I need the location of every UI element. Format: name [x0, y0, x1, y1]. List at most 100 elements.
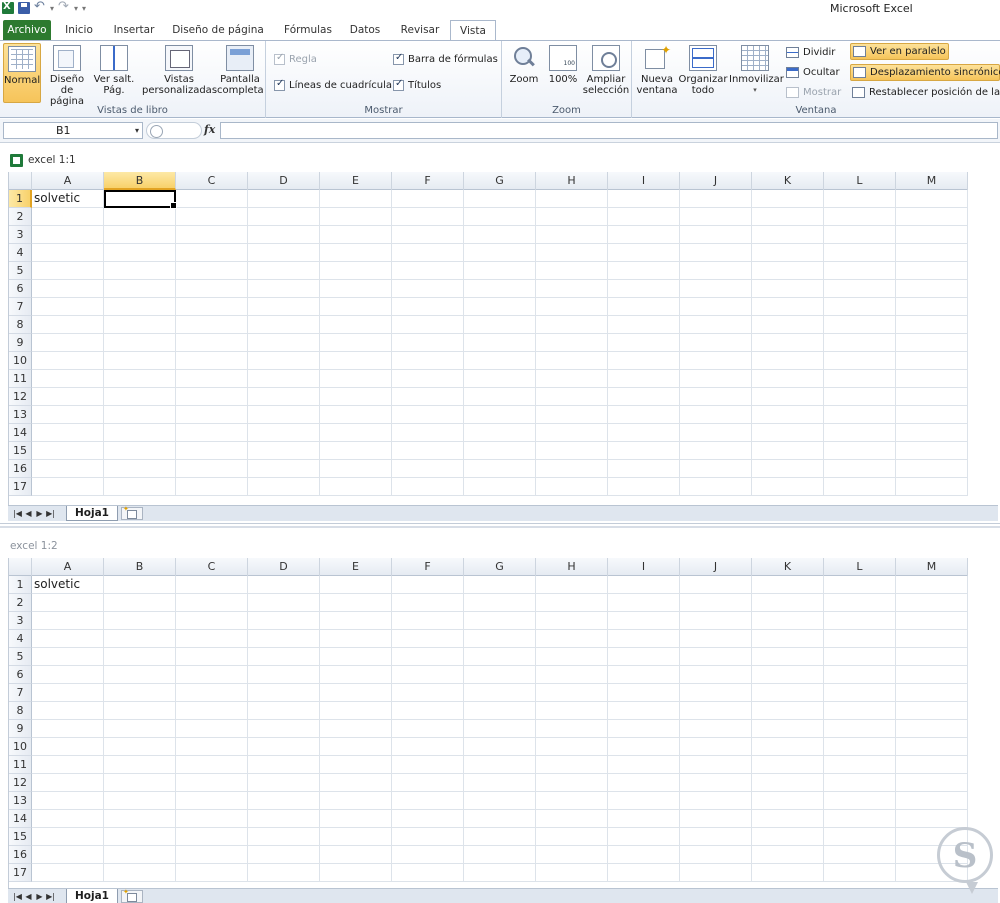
cell-e5[interactable]	[320, 648, 392, 666]
full-screen-button[interactable]: Pantalla completa	[217, 43, 264, 103]
cell-b11[interactable]	[104, 756, 176, 774]
cell-c10[interactable]	[176, 738, 248, 756]
titulos-checkbox[interactable]: Títulos	[393, 78, 441, 91]
cell-a16[interactable]	[32, 460, 104, 478]
cell-a4[interactable]	[32, 630, 104, 648]
row-header[interactable]: 12	[9, 774, 32, 792]
cell-k15[interactable]	[752, 828, 824, 846]
cell-d11[interactable]	[248, 370, 320, 388]
cell-d7[interactable]	[248, 298, 320, 316]
zoom-selection-button[interactable]: Ampliar selección	[582, 43, 630, 103]
cell-e6[interactable]	[320, 666, 392, 684]
hide-button[interactable]: Ocultar	[784, 64, 842, 81]
cell-i15[interactable]	[608, 828, 680, 846]
cell-k3[interactable]	[752, 612, 824, 630]
cell-d1[interactable]	[248, 576, 320, 594]
cell-e14[interactable]	[320, 810, 392, 828]
cell-f1[interactable]	[392, 190, 464, 208]
insert-sheet-icon[interactable]	[121, 888, 143, 903]
column-header-a[interactable]: A	[32, 172, 104, 190]
cell-g6[interactable]	[464, 666, 536, 684]
row-header[interactable]: 16	[9, 846, 32, 864]
normal-view-button[interactable]: Normal	[3, 43, 41, 103]
cell-j8[interactable]	[680, 702, 752, 720]
worksheet-grid-1[interactable]: ABCDEFGHIJKLM 1 solvetic 2 3 4 5 6 7 8 9 10 11 12 13 1…	[8, 172, 998, 506]
cell-m9[interactable]	[896, 720, 968, 738]
cell-g12[interactable]	[464, 774, 536, 792]
cell-h9[interactable]	[536, 720, 608, 738]
cell-a14[interactable]	[32, 810, 104, 828]
cell-h6[interactable]	[536, 280, 608, 298]
row-header[interactable]: 5	[9, 648, 32, 666]
cell-g9[interactable]	[464, 720, 536, 738]
row-header[interactable]: 9	[9, 334, 32, 352]
synchronous-scrolling-button[interactable]: Desplazamiento sincrónico	[850, 64, 1000, 81]
cell-f6[interactable]	[392, 666, 464, 684]
cell-g6[interactable]	[464, 280, 536, 298]
row-header[interactable]: 1	[9, 190, 32, 208]
row-header[interactable]: 6	[9, 666, 32, 684]
cell-c16[interactable]	[176, 846, 248, 864]
cell-a14[interactable]	[32, 424, 104, 442]
cell-f6[interactable]	[392, 280, 464, 298]
cell-a10[interactable]	[32, 352, 104, 370]
cell-f4[interactable]	[392, 244, 464, 262]
cell-j1[interactable]	[680, 190, 752, 208]
cell-h14[interactable]	[536, 810, 608, 828]
cell-m12[interactable]	[896, 388, 968, 406]
cell-i5[interactable]	[608, 648, 680, 666]
cell-d14[interactable]	[248, 810, 320, 828]
cell-c17[interactable]	[176, 864, 248, 882]
cell-c5[interactable]	[176, 262, 248, 280]
view-side-by-side-button[interactable]: Ver en paralelo	[850, 43, 949, 60]
cell-g15[interactable]	[464, 828, 536, 846]
name-box-dropdown-icon[interactable]: ▾	[135, 123, 139, 138]
zoom-button[interactable]: Zoom	[506, 43, 542, 103]
cell-k16[interactable]	[752, 460, 824, 478]
column-header-b[interactable]: B	[104, 172, 176, 190]
cell-a12[interactable]	[32, 774, 104, 792]
cell-l1[interactable]	[824, 576, 896, 594]
cell-k10[interactable]	[752, 352, 824, 370]
cell-b5[interactable]	[104, 648, 176, 666]
row-header[interactable]: 13	[9, 406, 32, 424]
cell-k9[interactable]	[752, 720, 824, 738]
cell-d8[interactable]	[248, 702, 320, 720]
cell-i11[interactable]	[608, 756, 680, 774]
cell-k9[interactable]	[752, 334, 824, 352]
cell-i3[interactable]	[608, 226, 680, 244]
cell-d2[interactable]	[248, 208, 320, 226]
next-sheet-icon[interactable]: ▶	[34, 892, 45, 901]
cell-m8[interactable]	[896, 702, 968, 720]
cell-g11[interactable]	[464, 756, 536, 774]
next-sheet-icon[interactable]: ▶	[34, 509, 45, 518]
cell-i1[interactable]	[608, 576, 680, 594]
cell-e9[interactable]	[320, 334, 392, 352]
row-header[interactable]: 3	[9, 612, 32, 630]
cell-j15[interactable]	[680, 442, 752, 460]
cell-e4[interactable]	[320, 630, 392, 648]
cell-i4[interactable]	[608, 630, 680, 648]
undo-dropdown-icon[interactable]: ▾	[50, 4, 54, 13]
cell-l16[interactable]	[824, 460, 896, 478]
cell-j6[interactable]	[680, 666, 752, 684]
cell-g11[interactable]	[464, 370, 536, 388]
cell-a9[interactable]	[32, 334, 104, 352]
cell-k1[interactable]	[752, 576, 824, 594]
cell-h14[interactable]	[536, 424, 608, 442]
column-header-l[interactable]: L	[824, 558, 896, 576]
cell-j14[interactable]	[680, 424, 752, 442]
column-header-e[interactable]: E	[320, 172, 392, 190]
cell-k1[interactable]	[752, 190, 824, 208]
cell-b15[interactable]	[104, 442, 176, 460]
cell-c16[interactable]	[176, 460, 248, 478]
page-layout-button[interactable]: Diseño de página	[43, 43, 91, 107]
cell-l8[interactable]	[824, 316, 896, 334]
cell-i6[interactable]	[608, 666, 680, 684]
cell-h3[interactable]	[536, 226, 608, 244]
cell-g17[interactable]	[464, 478, 536, 496]
cell-f9[interactable]	[392, 720, 464, 738]
cell-h7[interactable]	[536, 684, 608, 702]
row-header[interactable]: 7	[9, 298, 32, 316]
cell-g14[interactable]	[464, 810, 536, 828]
